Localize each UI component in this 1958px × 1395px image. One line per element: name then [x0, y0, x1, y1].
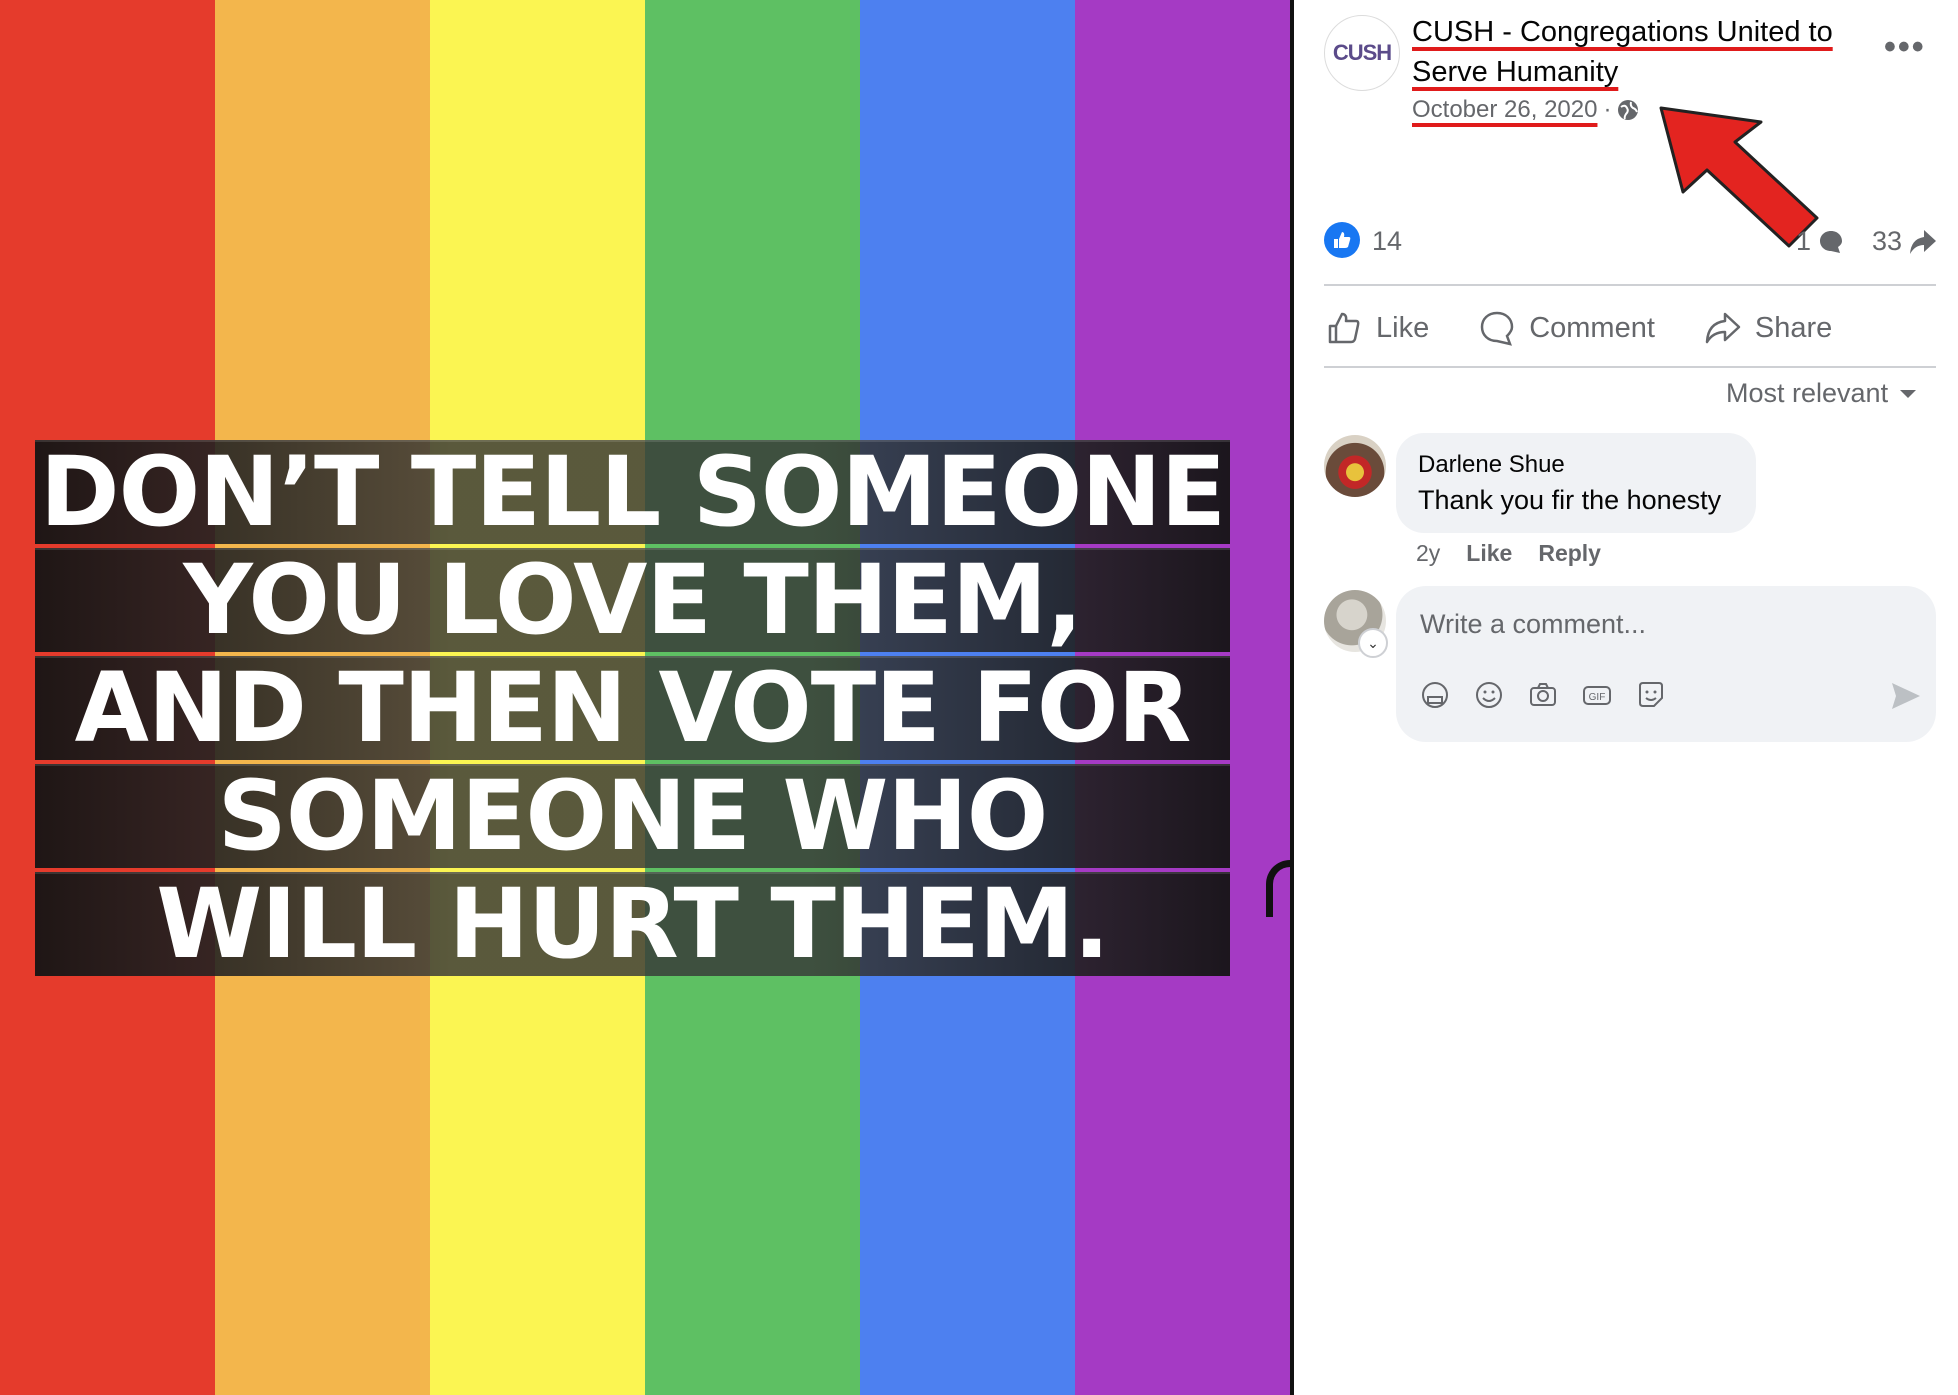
send-icon[interactable] — [1888, 678, 1924, 714]
share-button[interactable]: Share — [1703, 308, 1832, 348]
thumbs-up-icon — [1324, 222, 1360, 258]
sticker-icon[interactable] — [1634, 678, 1668, 712]
comment-button[interactable]: Comment — [1477, 308, 1655, 348]
share-count-value: 33 — [1872, 226, 1903, 256]
comment-meta: 2y Like Reply — [1416, 540, 1601, 567]
comment-bubble: Darlene Shue Thank you fir the honesty — [1396, 433, 1756, 533]
page-name-link[interactable]: CUSH - Congregations United to Serve Hum… — [1412, 12, 1852, 92]
avatar-sticker-icon[interactable] — [1418, 678, 1452, 712]
page-avatar[interactable]: CUSH — [1324, 15, 1400, 91]
quote-line: AND THEN VOTE FOR — [35, 656, 1230, 760]
emoji-icon[interactable] — [1472, 678, 1506, 712]
comment-count[interactable]: 1 — [1796, 226, 1845, 257]
meta-separator: · — [1603, 96, 1612, 123]
comment-bubble-icon — [1820, 230, 1843, 253]
caret-down-icon — [1900, 389, 1917, 398]
post-meta: October 26, 2020 · — [1412, 96, 1639, 124]
thumbs-up-outline-icon — [1328, 312, 1360, 344]
like-button-label: Like — [1376, 311, 1430, 344]
divider — [1324, 366, 1936, 368]
page-avatar-logo-text: CUSH — [1332, 40, 1392, 65]
divider — [1324, 284, 1936, 286]
share-button-label: Share — [1754, 311, 1833, 344]
commenter-avatar[interactable] — [1324, 435, 1386, 497]
quote-line: SOMEONE WHO — [35, 764, 1230, 868]
comment-text: Thank you fir the honesty — [1418, 485, 1722, 515]
quote-line: DON’T TELL SOMEONE — [35, 440, 1230, 544]
comment-author-link[interactable]: Darlene Shue — [1418, 451, 1565, 479]
like-button[interactable]: Like — [1324, 308, 1429, 348]
quote-line: WILL HURT THEM. — [35, 872, 1230, 976]
post-image[interactable]: DON’T TELL SOMEONE YOU LOVE THEM, AND TH… — [0, 0, 1290, 1395]
comment-count-value: 1 — [1796, 226, 1812, 256]
comment-input[interactable] — [1418, 608, 1902, 641]
globe-icon — [1618, 100, 1639, 120]
share-count[interactable]: 33 — [1872, 226, 1938, 257]
post-side-panel: CUSH CUSH - Congregations United to Serv… — [1294, 0, 1958, 1395]
svg-text:GIF: GIF — [1589, 692, 1606, 703]
gif-icon[interactable]: GIF — [1580, 678, 1614, 712]
comment-reply-link[interactable]: Reply — [1538, 540, 1601, 567]
comment-button-label: Comment — [1529, 311, 1655, 344]
comment-composer: GIF — [1396, 586, 1936, 742]
comment-sort-dropdown[interactable]: Most relevant — [1726, 378, 1918, 409]
chevron-down-icon[interactable]: ⌄ — [1358, 628, 1388, 658]
comment-age[interactable]: 2y — [1416, 540, 1440, 567]
reactions-summary: 14 1 33 — [1324, 222, 1937, 262]
post-actions: Like Comment Share — [1324, 300, 1936, 356]
like-count[interactable]: 14 — [1372, 226, 1402, 257]
sort-label: Most relevant — [1726, 378, 1889, 408]
page-name-text: CUSH - Congregations United to Serve Hum… — [1412, 16, 1833, 88]
image-quote: DON’T TELL SOMEONE YOU LOVE THEM, AND TH… — [35, 440, 1230, 980]
camera-icon[interactable] — [1526, 678, 1560, 712]
share-arrow-icon — [1910, 229, 1937, 254]
share-outline-icon — [1705, 312, 1741, 344]
post-date-link[interactable]: October 26, 2020 — [1412, 96, 1597, 124]
more-options-button[interactable]: ••• — [1884, 28, 1926, 67]
comment-outline-icon — [1480, 311, 1514, 346]
composer-tools: GIF — [1418, 678, 1668, 712]
quote-line: YOU LOVE THEM, — [35, 548, 1230, 652]
comment-like-link[interactable]: Like — [1466, 540, 1512, 567]
